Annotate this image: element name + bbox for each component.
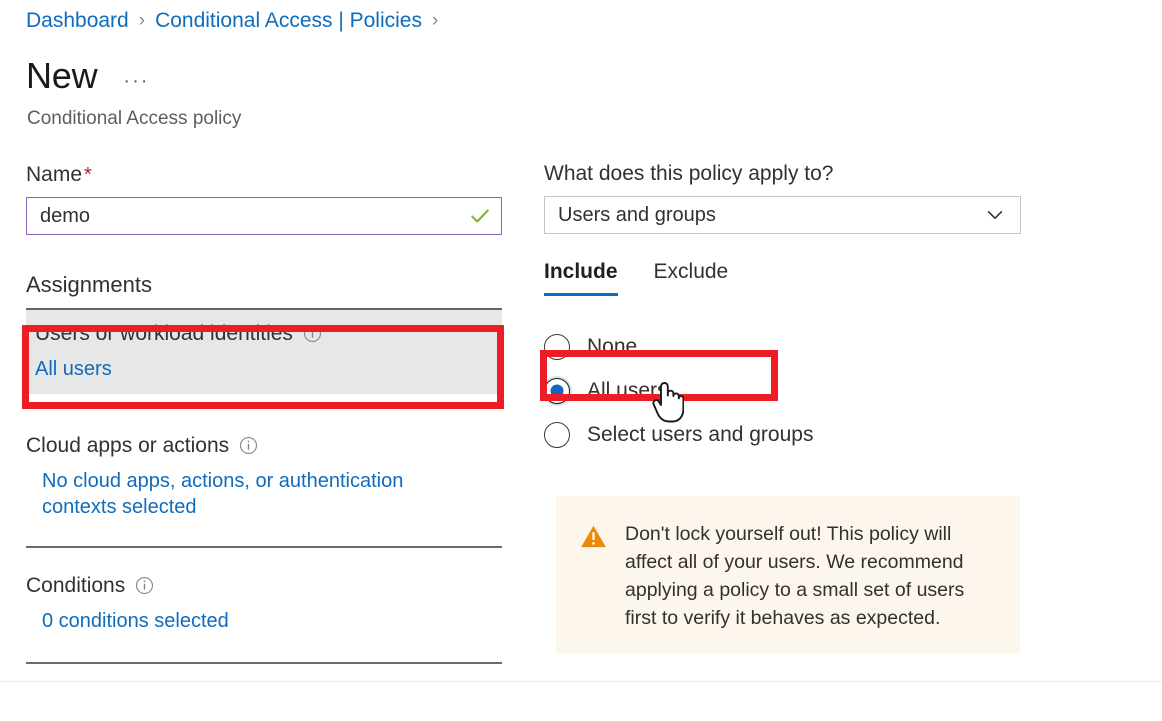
- radio-option-select-users-and-groups[interactable]: Select users and groups: [544, 413, 1024, 457]
- policy-scope-right-column: What does this policy apply to? Users an…: [544, 160, 1024, 457]
- radio-option-none[interactable]: None: [544, 325, 1024, 369]
- lockout-warning-text: Don't lock yourself out! This policy wil…: [625, 520, 997, 632]
- info-icon[interactable]: [135, 576, 154, 595]
- radio-all-users-indicator[interactable]: [544, 378, 570, 404]
- conditions-divider: [26, 662, 502, 664]
- conditional-access-new-policy-page: Dashboard › Conditional Access | Policie…: [0, 0, 1162, 721]
- info-icon[interactable]: [239, 436, 258, 455]
- cloud-apps-label: Cloud apps or actions: [26, 432, 229, 459]
- breadcrumb-item-dashboard[interactable]: Dashboard: [26, 8, 129, 34]
- users-section-label: Users or workload identities: [35, 320, 293, 347]
- warning-triangle-icon: [580, 523, 607, 550]
- policy-applies-to-select[interactable]: Users and groups: [544, 196, 1021, 234]
- breadcrumb-chevron-icon: ›: [139, 8, 145, 34]
- page-title-row: New ···: [26, 55, 149, 97]
- more-options-button[interactable]: ···: [123, 74, 149, 88]
- breadcrumb: Dashboard › Conditional Access | Policie…: [26, 8, 448, 34]
- name-input-wrapper[interactable]: [26, 197, 502, 235]
- radio-all-users-label: All users: [587, 378, 668, 404]
- section-cloud-apps-or-actions: Cloud apps or actions No cloud apps, act…: [26, 422, 502, 532]
- name-label-text: Name: [26, 163, 82, 186]
- users-section-value[interactable]: All users: [35, 356, 502, 382]
- conditions-label: Conditions: [26, 572, 125, 599]
- radio-none-label: None: [587, 334, 637, 360]
- tab-exclude[interactable]: Exclude: [654, 258, 729, 296]
- valid-check-icon: [469, 205, 491, 227]
- page-subtitle: Conditional Access policy: [27, 107, 241, 131]
- users-section-divider: [26, 406, 502, 408]
- required-marker: *: [84, 164, 92, 186]
- section-users-or-workload-identities[interactable]: Users or workload identities All users: [26, 310, 502, 394]
- section-conditions: Conditions 0 conditions selected: [26, 562, 502, 646]
- lockout-warning-banner: Don't lock yourself out! This policy wil…: [556, 496, 1020, 654]
- cloud-apps-label-row: Cloud apps or actions: [26, 432, 502, 459]
- assignments-heading: Assignments: [26, 271, 506, 299]
- users-section-label-row: Users or workload identities: [35, 320, 502, 347]
- name-field-label: Name*: [26, 162, 506, 188]
- bottom-divider: [0, 681, 1162, 682]
- policy-applies-to-selected-value: Users and groups: [545, 204, 716, 227]
- policy-applies-to-label: What does this policy apply to?: [544, 160, 1024, 187]
- page-title: New: [26, 55, 97, 97]
- radio-none-indicator[interactable]: [544, 334, 570, 360]
- name-input[interactable]: [27, 198, 501, 234]
- include-exclude-tabs: Include Exclude: [544, 258, 1024, 296]
- chevron-down-icon: [984, 204, 1006, 226]
- breadcrumb-chevron-icon: ›: [432, 8, 438, 34]
- tab-include[interactable]: Include: [544, 258, 618, 296]
- conditions-label-row: Conditions: [26, 572, 502, 599]
- radio-option-all-users[interactable]: All users: [544, 369, 1024, 413]
- cloud-apps-divider: [26, 546, 502, 548]
- policy-form-left-column: Name* Assignments Users or workload iden…: [26, 162, 506, 664]
- info-icon[interactable]: [303, 324, 322, 343]
- radio-select-users-label: Select users and groups: [587, 422, 813, 448]
- cloud-apps-value[interactable]: No cloud apps, actions, or authenticatio…: [26, 468, 456, 520]
- conditions-value[interactable]: 0 conditions selected: [26, 608, 502, 634]
- breadcrumb-item-conditional-access-policies[interactable]: Conditional Access | Policies: [155, 8, 422, 34]
- scope-radio-group: None All users Select users and groups: [544, 325, 1024, 457]
- radio-select-users-indicator[interactable]: [544, 422, 570, 448]
